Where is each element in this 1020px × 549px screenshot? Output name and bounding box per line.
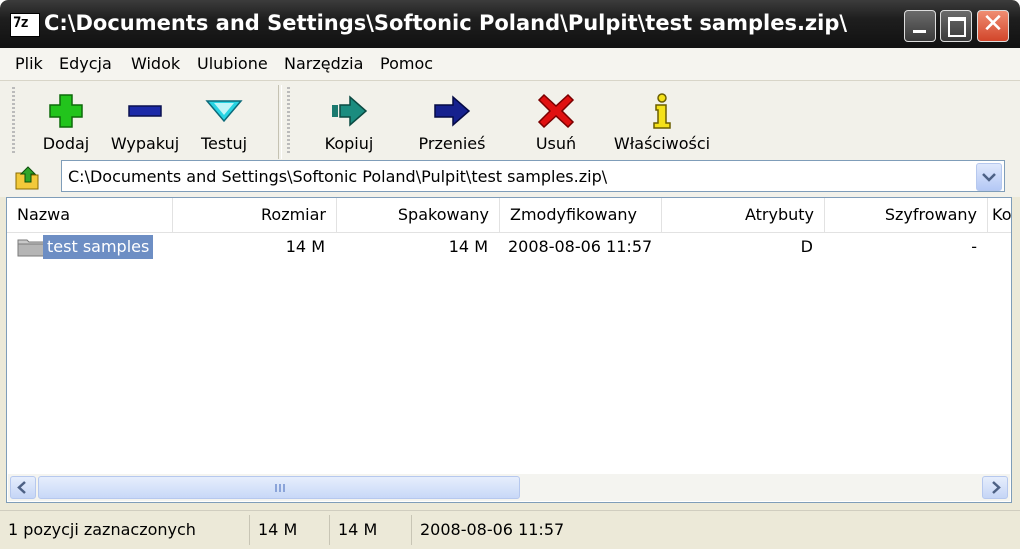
title-bar[interactable]: 7z C:\Documents and Settings\Softonic Po…	[0, 0, 1020, 48]
chevron-down-icon	[982, 173, 996, 182]
table-row[interactable]: test samples 14 M 14 M 2008-08-06 11:57 …	[7, 233, 1011, 261]
menu-edycja[interactable]: Edycja	[59, 54, 112, 73]
row-attributes: D	[800, 237, 813, 256]
horizontal-scrollbar[interactable]	[8, 474, 1010, 501]
move-arrow-icon	[434, 95, 471, 127]
file-list[interactable]: Nazwa Rozmiar Spakowany Zmodyfikowany At…	[6, 197, 1012, 503]
toolbar-grip[interactable]	[12, 87, 15, 153]
list-header: Nazwa Rozmiar Spakowany Zmodyfikowany At…	[7, 198, 1011, 233]
column-header-size[interactable]: Rozmiar	[173, 198, 337, 232]
column-header-name[interactable]: Nazwa	[7, 198, 173, 232]
minimize-button[interactable]	[904, 10, 936, 42]
extract-button[interactable]: Wypakuj	[106, 81, 184, 159]
status-bar: 1 pozycji zaznaczonych 14 M 14 M 2008-08…	[0, 510, 1020, 549]
info-icon	[653, 93, 671, 129]
row-name: test samples	[43, 235, 154, 259]
delete-button[interactable]: Usuń	[524, 81, 588, 159]
address-path: C:\Documents and Settings\Softonic Polan…	[68, 167, 608, 186]
toolbar-separator	[278, 85, 282, 159]
row-size: 14 M	[285, 237, 325, 256]
folder-icon	[17, 239, 45, 257]
window-title: C:\Documents and Settings\Softonic Polan…	[44, 11, 848, 35]
copy-label: Kopiuj	[324, 134, 374, 153]
add-label: Dodaj	[42, 134, 90, 153]
maximize-button[interactable]	[940, 10, 972, 42]
menu-widok[interactable]: Widok	[131, 54, 180, 73]
app-window: 7z C:\Documents and Settings\Softonic Po…	[0, 0, 1020, 549]
delete-x-icon	[537, 93, 575, 129]
toolbar: Dodaj Wypakuj Testuj Kopiuj Przenieś Usu…	[0, 81, 1020, 159]
status-packed: 14 M	[330, 515, 412, 545]
column-header-comment[interactable]: Ko	[988, 198, 1011, 232]
move-label: Przenieś	[418, 134, 486, 153]
minimize-icon	[913, 30, 926, 33]
delete-label: Usuń	[535, 134, 577, 153]
maximize-icon	[948, 17, 966, 37]
properties-label: Właściwości	[613, 134, 711, 153]
menu-plik[interactable]: Plik	[15, 54, 43, 73]
scroll-thumb[interactable]	[38, 476, 520, 499]
add-icon	[49, 94, 83, 128]
status-modified: 2008-08-06 11:57	[420, 520, 565, 539]
test-label: Testuj	[200, 134, 248, 153]
scroll-grip	[275, 484, 285, 492]
menu-pomoc[interactable]: Pomoc	[380, 54, 433, 73]
move-button[interactable]: Przenieś	[412, 81, 492, 159]
status-selection: 1 pozycji zaznaczonych	[0, 515, 250, 545]
column-header-modified[interactable]: Zmodyfikowany	[500, 198, 662, 232]
close-icon: ✕	[982, 9, 1004, 39]
scroll-left-button[interactable]	[10, 476, 36, 499]
close-button[interactable]: ✕	[977, 9, 1009, 42]
copy-arrow-icon	[332, 95, 368, 127]
row-encrypted: -	[971, 237, 977, 256]
app-logo-icon: 7z	[10, 13, 40, 37]
address-bar: C:\Documents and Settings\Softonic Polan…	[0, 159, 1020, 197]
column-header-packed[interactable]: Spakowany	[337, 198, 500, 232]
status-size: 14 M	[250, 515, 330, 545]
toolbar-grip-2[interactable]	[287, 87, 290, 153]
scroll-right-button[interactable]	[982, 476, 1008, 499]
column-header-encrypted[interactable]: Szyfrowany	[825, 198, 988, 232]
row-modified: 2008-08-06 11:57	[508, 237, 653, 256]
properties-button[interactable]: Właściwości	[610, 81, 714, 159]
test-checkmark-icon	[205, 100, 243, 123]
menu-narzedzia[interactable]: Narzędzia	[284, 54, 363, 73]
chevron-left-icon	[17, 481, 26, 494]
address-input[interactable]: C:\Documents and Settings\Softonic Polan…	[61, 160, 1005, 192]
folder-up-icon[interactable]	[14, 165, 42, 191]
add-button[interactable]: Dodaj	[34, 81, 98, 159]
copy-button[interactable]: Kopiuj	[312, 81, 386, 159]
menu-bar: Plik Edycja Widok Ulubione Narzędzia Pom…	[0, 48, 1020, 81]
column-header-attributes[interactable]: Atrybuty	[662, 198, 825, 232]
extract-icon	[128, 105, 162, 117]
row-packed: 14 M	[448, 237, 488, 256]
test-button[interactable]: Testuj	[192, 81, 256, 159]
extract-label: Wypakuj	[110, 134, 180, 153]
menu-ulubione[interactable]: Ulubione	[197, 54, 268, 73]
address-dropdown-button[interactable]	[976, 163, 1002, 191]
chevron-right-icon	[992, 481, 1001, 494]
